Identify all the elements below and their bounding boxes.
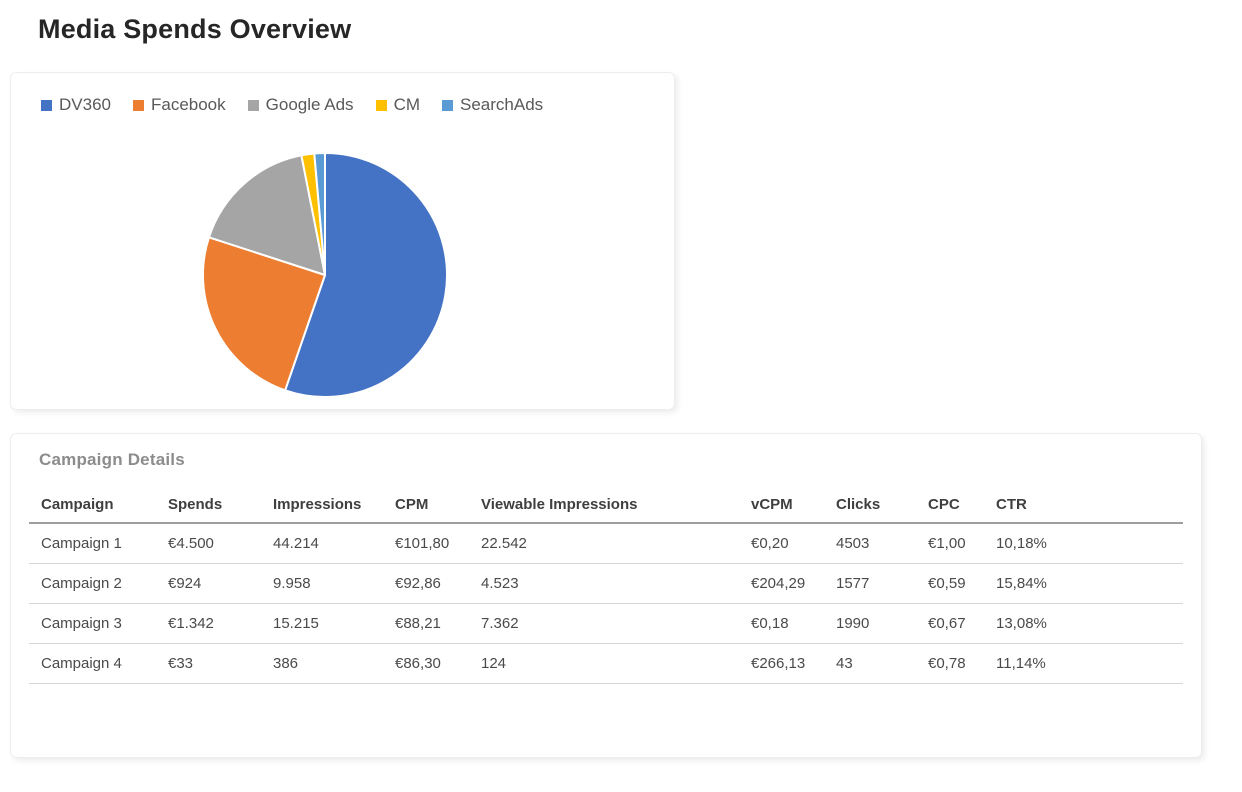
table-row: Campaign 4 €33 386 €86,30 124 €266,13 43 €0,78 1… (29, 643, 1183, 684)
table-row: Campaign 3 €1.342 15.215 €88,21 7.362 €0,18 19… (29, 603, 1183, 644)
legend-label: DV360 (59, 95, 111, 114)
legend-swatch-icon (375, 99, 387, 111)
column-header-campaign: Campaign (29, 488, 156, 524)
column-header-cpm: CPM (383, 488, 469, 524)
table-row: Campaign 1 €4.500 44.214 €101,80 22.542 €0,20… (29, 523, 1183, 564)
legend-item-cm[interactable]: CM (375, 95, 421, 115)
legend-swatch-icon (132, 99, 144, 111)
column-header-spends: Spends (156, 488, 261, 524)
table-cell: Campaign 4 (29, 643, 156, 684)
section-title: Campaign Details (39, 450, 185, 469)
legend-swatch-icon (442, 99, 454, 111)
table-cell: €86,30 (383, 643, 469, 684)
column-header-clicks: Clicks (824, 488, 916, 524)
table-cell: €204,29 (739, 563, 824, 604)
table-cell: 9.958 (261, 563, 383, 604)
table-cell: 4503 (824, 523, 916, 564)
table-cell: €88,21 (383, 603, 469, 644)
table-cell: 44.214 (261, 523, 383, 564)
campaign-details-card: Campaign Details Campaign Spends Impressio… (10, 433, 1202, 758)
table-cell: €0,20 (739, 523, 824, 564)
legend-swatch-icon (41, 99, 52, 111)
legend-label: Google Ads (265, 95, 354, 114)
table-cell: 1990 (824, 603, 916, 644)
legend-item-google-ads[interactable]: Google Ads (247, 95, 354, 115)
table-cell: €1,00 (916, 523, 984, 564)
table-cell: Campaign 1 (29, 523, 156, 564)
column-header-impressions: Impressions (261, 488, 383, 524)
legend-item-searchads[interactable]: SearchAds (442, 95, 543, 115)
chart-legend: DV360 Facebook Google Ads CM SearchAds (41, 95, 543, 115)
legend-label: SearchAds (460, 95, 544, 114)
column-header-cpc: CPC (916, 488, 984, 524)
table-cell: €0,59 (916, 563, 984, 604)
legend-swatch-icon (247, 99, 259, 111)
table-cell: €0,67 (916, 603, 984, 644)
legend-label: Facebook (150, 95, 226, 114)
table-cell: 124 (469, 643, 739, 684)
table-cell: €1.342 (156, 603, 261, 644)
table-cell: Campaign 3 (29, 603, 156, 644)
table-cell: 7.362 (469, 603, 739, 644)
campaign-details-table: Campaign Spends Impressions CPM Viewable Imp… (29, 488, 1183, 684)
table-row: Campaign 2 €924 9.958 €92,86 4.523 €204,29 157… (29, 563, 1183, 604)
table-cell: 10,18% (984, 523, 1183, 564)
legend-item-dv360[interactable]: DV360 (41, 95, 111, 115)
table-cell: €0,18 (739, 603, 824, 644)
table-cell: €266,13 (739, 643, 824, 684)
table-cell: 15.215 (261, 603, 383, 644)
table-cell: €4.500 (156, 523, 261, 564)
column-header-vcpm: vCPM (739, 488, 824, 524)
table-cell: 13,08% (984, 603, 1183, 644)
legend-label: CM (393, 95, 421, 114)
table-cell: €0,78 (916, 643, 984, 684)
table-cell: 4.523 (469, 563, 739, 604)
table-cell: 15,84% (984, 563, 1183, 604)
pie-chart-card: DV360 Facebook Google Ads CM SearchAds (10, 72, 675, 410)
table-cell: €101,80 (383, 523, 469, 564)
table-cell: 386 (261, 643, 383, 684)
table-cell: 1577 (824, 563, 916, 604)
table-cell: €92,86 (383, 563, 469, 604)
dashboard-page: Media Spends Overview DV360 Facebook Googl… (0, 0, 1242, 792)
column-header-viewable-impressions: Viewable Impressions (469, 488, 739, 524)
table-cell: 11,14% (984, 643, 1183, 684)
table-header-row: Campaign Spends Impressions CPM Viewable Imp… (29, 488, 1183, 524)
table-cell: €924 (156, 563, 261, 604)
table-cell: 22.542 (469, 523, 739, 564)
table-cell: Campaign 2 (29, 563, 156, 604)
media-spends-pie-chart[interactable] (199, 147, 451, 403)
column-header-ctr: CTR (984, 488, 1183, 524)
legend-item-facebook[interactable]: Facebook (132, 95, 226, 115)
table-cell: €33 (156, 643, 261, 684)
table-body: Campaign 1 €4.500 44.214 €101,80 22.542 €0,20… (29, 523, 1183, 684)
page-title: Media Spends Overview (38, 14, 352, 44)
table-cell: 43 (824, 643, 916, 684)
